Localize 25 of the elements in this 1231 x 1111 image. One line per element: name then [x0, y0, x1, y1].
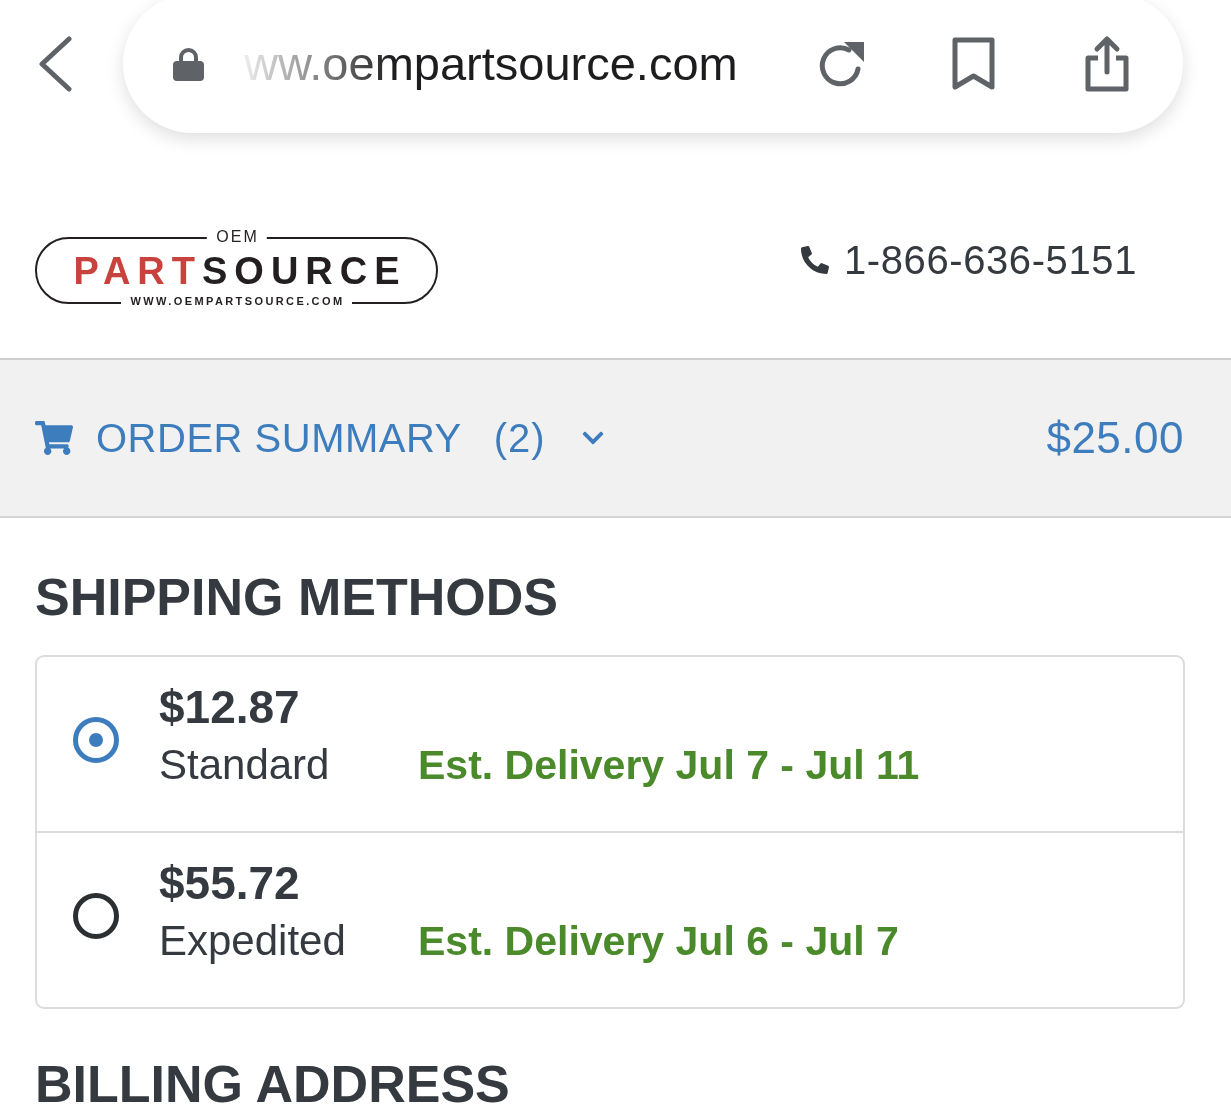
section-heading: SHIPPING METHODS: [35, 567, 559, 628]
item-count: (2): [493, 415, 546, 462]
order-summary-bar[interactable]: ORDER SUMMARY (2) $25.00: [0, 360, 1231, 518]
cart-icon: [35, 421, 73, 455]
section-heading: BILLING ADDRESS: [35, 1054, 511, 1111]
shipping-price: $12.87: [159, 683, 300, 731]
order-summary-label: ORDER SUMMARY: [96, 415, 462, 462]
radio-button[interactable]: [73, 717, 119, 763]
url-field[interactable]: ww.oempartsource.com: [244, 35, 816, 92]
phone-number[interactable]: 1-866-636-5151: [843, 235, 1137, 284]
bookmark-icon[interactable]: [951, 36, 996, 91]
order-total: $25.00: [1046, 412, 1184, 464]
shipping-method-name: Standard: [159, 740, 331, 790]
radio-button[interactable]: [73, 893, 119, 939]
back-icon[interactable]: [37, 35, 73, 92]
logo[interactable]: OEM PART SOURCE WWW.OEMPARTSOURCE.COM: [35, 228, 438, 308]
logo-wordmark: PART SOURCE: [72, 248, 407, 293]
delivery-estimate: Est. Delivery Jul 7 - Jul 11: [418, 741, 920, 790]
shipping-price: $55.72: [159, 859, 300, 907]
share-icon[interactable]: [1083, 34, 1131, 93]
delivery-estimate: Est. Delivery Jul 6 - Jul 7: [418, 917, 899, 966]
phone-icon: [800, 245, 829, 274]
lock-icon: [173, 46, 204, 81]
logo-url-text: WWW.OEMPARTSOURCE.COM: [120, 295, 353, 308]
shipping-method-name: Expedited: [159, 916, 347, 966]
